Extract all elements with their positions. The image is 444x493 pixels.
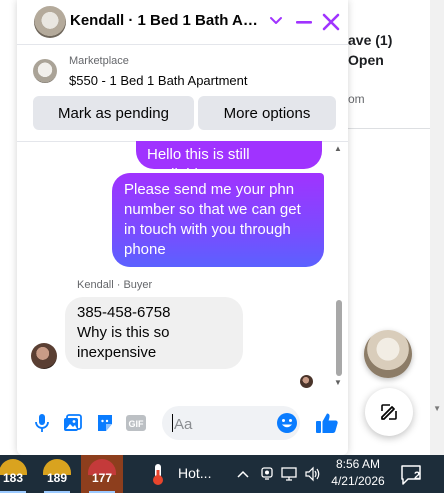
volume-icon[interactable] <box>304 463 322 485</box>
notification-count: 2 <box>414 470 421 482</box>
close-icon[interactable] <box>321 12 341 32</box>
taskbar-app-button[interactable]: 189 <box>38 455 76 493</box>
listing-actions: Mark as pending More options <box>17 96 348 132</box>
listing-label: Marketplace <box>69 55 129 67</box>
background-text: Open <box>348 52 384 68</box>
buyer-avatar[interactable] <box>31 343 57 369</box>
gif-label: GIF <box>129 419 145 429</box>
chat-header: Kendall · 1 Bed 1 Bath Apartment <box>17 0 348 45</box>
weather-label: Hot... <box>178 465 212 481</box>
scroll-up-arrow-icon[interactable]: ▲ <box>334 144 342 153</box>
marketplace-listing[interactable]: Marketplace $550 - 1 Bed 1 Bath Apartmen… <box>17 45 348 92</box>
photo-icon[interactable] <box>62 412 84 434</box>
seen-indicator-avatar <box>300 375 313 388</box>
taskbar: 183 189 177 Hot... 8:56 AM 4/21/2026 2 <box>0 455 444 493</box>
gif-icon[interactable]: GIF <box>125 412 147 434</box>
message-composer: GIF <box>17 400 348 446</box>
listing-thumbnail <box>33 59 57 83</box>
chat-head-avatar[interactable] <box>364 330 412 378</box>
outgoing-message[interactable]: Hello this is still available <box>136 141 322 183</box>
thermometer-icon <box>153 464 163 485</box>
app-badge: 189 <box>46 471 68 485</box>
incoming-message[interactable]: 385-458-6758 Why is this so inexpensive <box>65 297 243 369</box>
listing-title: $550 - 1 Bed 1 Bath Apartment <box>69 73 248 88</box>
like-icon[interactable] <box>315 411 339 435</box>
clock-time[interactable]: 8:56 AM <box>330 457 386 471</box>
message-input[interactable] <box>172 411 276 437</box>
sticker-icon[interactable] <box>94 412 116 434</box>
weather-widget[interactable]: Hot... <box>148 462 228 486</box>
page-scrollbar[interactable] <box>430 0 444 455</box>
app-badge: 177 <box>91 471 113 485</box>
app-badge: 183 <box>2 471 24 485</box>
background-text: ave (1) <box>348 32 393 48</box>
microphone-icon[interactable] <box>31 412 53 434</box>
camera-icon[interactable] <box>258 463 276 485</box>
chat-scrollbar-thumb[interactable] <box>336 300 342 376</box>
compose-icon <box>381 404 397 420</box>
more-options-button[interactable]: More options <box>198 96 336 130</box>
taskbar-app-button[interactable]: 183 <box>0 455 32 493</box>
taskbar-app-button[interactable]: 177 <box>81 455 123 493</box>
scroll-down-arrow-icon[interactable]: ▼ <box>334 378 342 387</box>
message-line: Why is this so inexpensive <box>77 324 170 361</box>
emoji-icon[interactable] <box>276 412 298 434</box>
message-line: 385-458-6758 <box>77 304 171 321</box>
chat-title[interactable]: Kendall · 1 Bed 1 Bath Apartment <box>70 12 266 29</box>
mark-as-pending-button[interactable]: Mark as pending <box>33 96 194 130</box>
sender-label: Kendall · Buyer <box>77 279 153 291</box>
network-icon[interactable] <box>280 463 298 485</box>
contact-avatar[interactable] <box>34 6 66 38</box>
background-text: om <box>348 92 365 106</box>
text-caret <box>172 414 173 432</box>
minimize-icon[interactable] <box>294 12 314 32</box>
new-message-button[interactable] <box>365 388 413 436</box>
outgoing-message[interactable]: Please send me your phn number so that w… <box>112 173 324 267</box>
scroll-down-arrow-icon[interactable]: ▼ <box>433 404 441 413</box>
chevron-down-icon[interactable] <box>269 10 283 30</box>
clock-date[interactable]: 4/21/2026 <box>330 474 386 488</box>
chat-window: Kendall · 1 Bed 1 Bath Apartment Marketp… <box>17 0 348 455</box>
chevron-up-icon[interactable] <box>234 463 252 485</box>
